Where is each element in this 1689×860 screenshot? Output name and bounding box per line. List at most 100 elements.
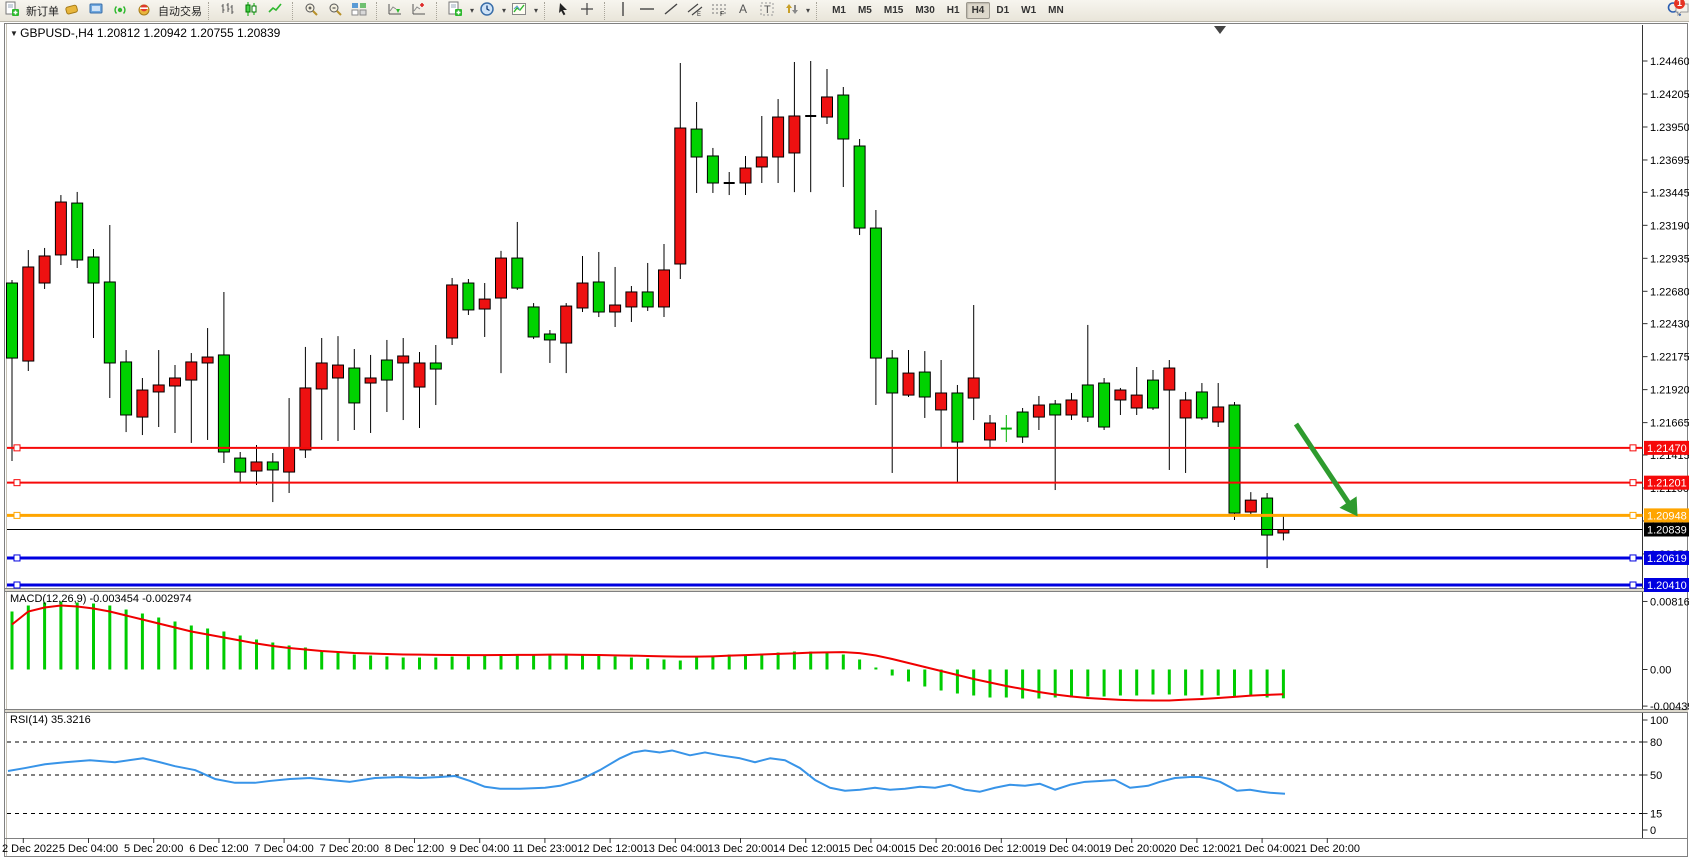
line-chart-button[interactable] — [266, 0, 290, 22]
doc-plus-icon — [7, 3, 23, 19]
autotrade-button[interactable]: 自动交易 — [135, 0, 206, 22]
timeframe-button-d1[interactable]: D1 — [990, 2, 1015, 19]
candle-body — [528, 307, 539, 337]
signal-icon — [115, 3, 131, 19]
signals-button[interactable] — [111, 0, 135, 22]
fibonacci-button[interactable]: F — [710, 0, 734, 22]
candle-body — [39, 256, 50, 283]
new-order-button-label: 新订单 — [26, 3, 59, 19]
chevron-down-icon[interactable]: ▾ — [502, 6, 506, 15]
notifications-button[interactable]: 1 — [1673, 0, 1681, 22]
chart-canvas: 1.244601.242051.239501.236951.234451.231… — [0, 0, 1689, 860]
date-label: 12 Dec 12:00 — [577, 843, 642, 855]
candle-body — [936, 393, 947, 410]
chart-window-frame — [5, 24, 1688, 857]
new-order-button[interactable]: 新订单 — [3, 0, 63, 22]
date-label: 7 Dec 04:00 — [254, 843, 313, 855]
crosshair-button[interactable] — [578, 0, 602, 22]
arrows-button[interactable]: ▾ — [782, 0, 814, 22]
candle-body — [1115, 390, 1126, 400]
line-handle[interactable] — [1630, 480, 1636, 486]
date-label: 5 Dec 20:00 — [124, 843, 183, 855]
chart-menu-icon[interactable]: ▼ — [10, 29, 20, 38]
channel-button[interactable]: E — [686, 0, 710, 22]
macd-tick-label: -0.004392 — [1650, 701, 1689, 713]
candle-body — [968, 378, 979, 398]
candle-body — [1033, 405, 1044, 417]
line-handle[interactable] — [14, 445, 20, 451]
clock-icon — [482, 3, 498, 19]
bar-chart-button[interactable] — [218, 0, 242, 22]
candle-body — [1278, 529, 1289, 532]
line-handle[interactable] — [1630, 555, 1636, 561]
candle-body — [577, 283, 588, 308]
rsi-label: RSI(14) 35.3216 — [10, 714, 91, 726]
search-button[interactable] — [1665, 0, 1673, 22]
new-chart-button[interactable]: ▾ — [446, 0, 478, 22]
candle-body — [1164, 368, 1175, 390]
chevron-down-icon[interactable]: ▾ — [806, 6, 810, 15]
candle-body — [137, 390, 148, 417]
candle-body — [512, 258, 523, 288]
date-label: 5 Dec 04:00 — [59, 843, 118, 855]
date-label: 7 Dec 20:00 — [320, 843, 379, 855]
price-line-label: 1.21470 — [1647, 443, 1687, 455]
candle-body — [170, 378, 181, 386]
vline-button[interactable] — [614, 0, 638, 22]
candle-body — [365, 378, 376, 383]
chevron-down-icon[interactable]: ▾ — [534, 6, 538, 15]
price-line-label: 1.20948 — [1647, 510, 1687, 522]
market-watch-button[interactable] — [87, 0, 111, 22]
line-handle[interactable] — [14, 582, 20, 588]
fibo-icon: F — [714, 3, 730, 19]
zoom-in-button[interactable] — [302, 0, 326, 22]
auto-scroll-button[interactable] — [386, 0, 410, 22]
hline-button[interactable] — [638, 0, 662, 22]
text-button[interactable]: A — [734, 0, 758, 22]
tiles-icon — [354, 3, 370, 19]
periods-button[interactable]: ▾ — [478, 0, 510, 22]
chart-shift-button[interactable] — [410, 0, 434, 22]
candle-body — [88, 257, 99, 283]
trendline-button[interactable] — [662, 0, 686, 22]
zoom-out-button[interactable] — [326, 0, 350, 22]
line-handle[interactable] — [1630, 445, 1636, 451]
textT-icon: T — [762, 3, 778, 19]
timeframe-button-h4[interactable]: H4 — [966, 2, 991, 19]
candle-chart-button[interactable] — [242, 0, 266, 22]
date-label: 20 Dec 12:00 — [1164, 843, 1229, 855]
price-line-label: 1.20410 — [1647, 580, 1687, 592]
tile-windows-button[interactable] — [350, 0, 374, 22]
candle-body — [349, 368, 360, 403]
timeframe-button-m5[interactable]: M5 — [852, 2, 878, 19]
timeframe-button-mn[interactable]: MN — [1042, 2, 1070, 19]
date-label: 19 Dec 20:00 — [1099, 843, 1164, 855]
toolbar-separator — [436, 2, 444, 20]
date-label: 15 Dec 04:00 — [838, 843, 903, 855]
line-handle[interactable] — [14, 555, 20, 561]
line-handle[interactable] — [1630, 582, 1636, 588]
candle-body — [1131, 395, 1142, 408]
candle-body — [985, 423, 996, 440]
candle-body — [463, 283, 474, 310]
text-label-button[interactable]: T — [758, 0, 782, 22]
ticket-button[interactable] — [63, 0, 87, 22]
timeframe-button-m1[interactable]: M1 — [826, 2, 852, 19]
timeframe-button-m30[interactable]: M30 — [909, 2, 940, 19]
line-handle[interactable] — [1630, 512, 1636, 518]
candle-body — [104, 282, 115, 363]
candle-body — [1245, 500, 1256, 512]
timeframe-button-m15[interactable]: M15 — [878, 2, 909, 19]
cursor-button[interactable] — [554, 0, 578, 22]
chevron-down-icon[interactable]: ▾ — [470, 6, 474, 15]
candle-body — [218, 355, 229, 452]
line-handle[interactable] — [14, 480, 20, 486]
candle-body — [414, 363, 425, 387]
timeframe-button-w1[interactable]: W1 — [1015, 2, 1042, 19]
crosshair-icon — [582, 3, 598, 19]
zoom-out-icon — [330, 3, 346, 19]
candle-body — [333, 365, 344, 378]
templates-button[interactable]: ▾ — [510, 0, 542, 22]
line-handle[interactable] — [14, 512, 20, 518]
timeframe-button-h1[interactable]: H1 — [941, 2, 966, 19]
